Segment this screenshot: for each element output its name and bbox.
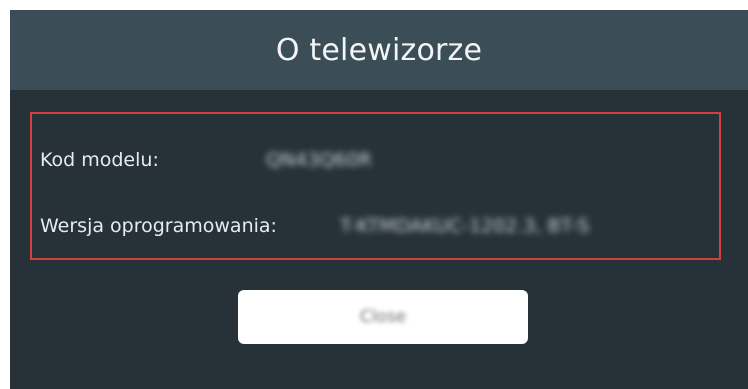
close-button-label: Close	[359, 307, 407, 327]
software-version-label: Wersja oprogramowania:	[40, 215, 277, 237]
dialog-header: O telewizorze	[10, 10, 748, 90]
close-button[interactable]: Close	[238, 290, 528, 344]
dialog-title: O telewizorze	[275, 32, 483, 68]
info-highlight-box	[30, 112, 721, 260]
model-code-value: QN43Q60R	[266, 149, 372, 171]
software-version-value: T-KTMDAKUC-1202.3, BT-S	[340, 215, 590, 237]
model-code-row: Kod modelu:	[40, 149, 159, 171]
software-version-row: Wersja oprogramowania:	[40, 215, 277, 237]
model-code-label: Kod modelu:	[40, 149, 159, 171]
about-tv-dialog: O telewizorze Kod modelu: QN43Q60R Wersj…	[10, 10, 748, 389]
